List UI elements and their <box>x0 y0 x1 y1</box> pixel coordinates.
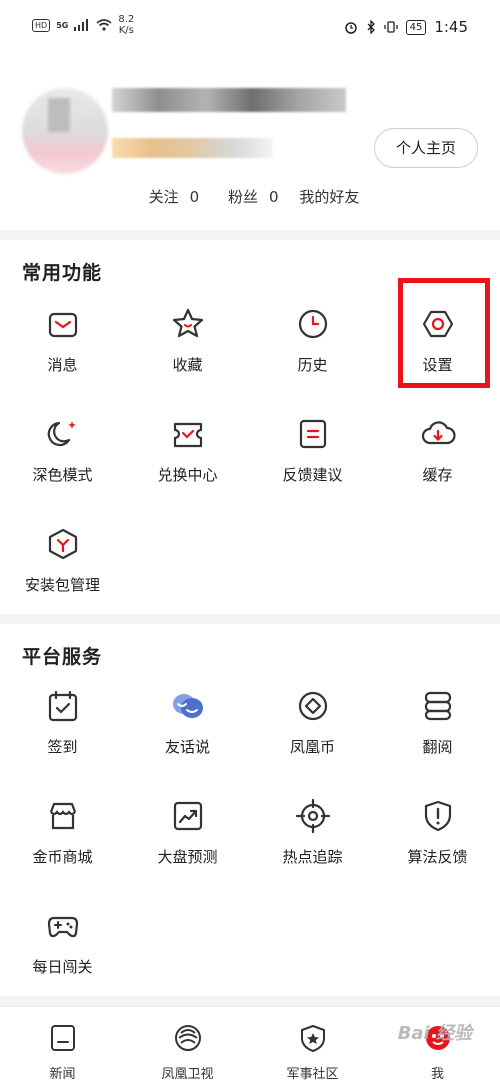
nav-item-label: 我 <box>430 1067 444 1082</box>
section-divider <box>0 614 500 624</box>
grid-item-label: 友话说 <box>164 738 210 756</box>
section-divider <box>0 230 500 240</box>
grid-item-cloud-download[interactable]: 缓存 <box>375 416 500 526</box>
grid-item-target[interactable]: 热点追踪 <box>250 798 375 908</box>
alarm-icon <box>344 22 357 34</box>
settings-highlight-box <box>398 278 490 388</box>
nav-item-label: 凤凰卫视 <box>161 1067 214 1082</box>
grid-item-label: 反馈建议 <box>282 466 343 484</box>
profile-stats: 关注 0 粉丝 0 我的好友 <box>0 186 500 207</box>
nav-item-label: 军事社区 <box>286 1067 339 1082</box>
target-icon <box>295 798 331 834</box>
bottom-navigation: 新闻 凤凰卫视 军事社区 我 Bai 经验 <box>0 1006 500 1084</box>
news-icon <box>48 1023 78 1053</box>
grid-item-label: 翻阅 <box>422 738 453 756</box>
grid-item-label: 金币商城 <box>32 848 93 866</box>
battery-level: 45 <box>405 19 427 35</box>
status-right: 45 1:45 <box>344 18 468 36</box>
signal-bars-icon <box>74 19 89 31</box>
grid-item-message[interactable]: 消息 <box>0 306 125 416</box>
network-speed: 8.2 K/s <box>118 14 135 36</box>
vibrate-icon <box>383 21 398 33</box>
bluetooth-icon <box>367 20 375 34</box>
phoenix-icon <box>173 1023 203 1053</box>
grid-item-trend[interactable]: 大盘预测 <box>125 798 250 908</box>
clock-icon <box>295 306 331 342</box>
friends-link[interactable]: 我的好友 <box>299 188 359 206</box>
package-icon <box>45 526 81 562</box>
user-level-blurred <box>112 138 272 158</box>
book-icon <box>420 688 456 724</box>
grid-item-label: 缓存 <box>422 466 453 484</box>
nav-item-news[interactable]: 新闻 <box>0 1019 125 1082</box>
common-features-title: 常用功能 <box>22 262 103 284</box>
grid-item-store[interactable]: 金币商城 <box>0 798 125 908</box>
grid-item-label: 历史 <box>297 356 328 374</box>
grid-item-label: 深色模式 <box>32 466 93 484</box>
checkin-icon <box>45 688 81 724</box>
gamepad-icon <box>45 908 81 944</box>
grid-item-label: 凤凰币 <box>289 738 335 756</box>
hd-badge: HD <box>32 18 51 32</box>
clock-time: 1:45 <box>434 18 468 36</box>
military-icon <box>298 1023 328 1053</box>
grid-item-label: 安装包管理 <box>24 576 100 594</box>
trend-icon <box>170 798 206 834</box>
platform-services-title: 平台服务 <box>22 646 103 668</box>
grid-item-ticket[interactable]: 兑换中心 <box>125 416 250 526</box>
grid-item-checkin[interactable]: 签到 <box>0 688 125 798</box>
personal-homepage-button[interactable]: 个人主页 <box>374 128 478 168</box>
follow-stat[interactable]: 关注 0 <box>141 188 200 206</box>
nav-item-military[interactable]: 军事社区 <box>250 1019 375 1082</box>
cloud-download-icon <box>420 416 456 452</box>
grid-item-label: 热点追踪 <box>282 848 343 866</box>
coin-icon <box>295 688 331 724</box>
chat-bubbles-icon <box>170 688 206 724</box>
grid-item-book[interactable]: 翻阅 <box>375 688 500 798</box>
status-left: HD 5G 8.2 K/s <box>32 14 134 36</box>
signal-indicator: 5G <box>56 20 69 30</box>
grid-item-feedback[interactable]: 反馈建议 <box>250 416 375 526</box>
grid-item-chat-bubbles[interactable]: 友话说 <box>125 688 250 798</box>
watermark: Bai 经验 <box>397 1023 472 1044</box>
grid-item-star[interactable]: 收藏 <box>125 306 250 416</box>
status-bar: HD 5G 8.2 K/s 45 1:45 <box>0 0 500 58</box>
grid-item-coin[interactable]: 凤凰币 <box>250 688 375 798</box>
fans-stat[interactable]: 粉丝 0 <box>220 188 279 206</box>
feedback-icon <box>295 416 331 452</box>
grid-item-label: 消息 <box>47 356 78 374</box>
grid-item-label: 每日闯关 <box>32 958 93 976</box>
grid-item-label: 签到 <box>47 738 78 756</box>
star-icon <box>170 306 206 342</box>
profile-header: 个人主页 关注 0 粉丝 0 我的好友 <box>0 58 500 230</box>
nav-item-label: 新闻 <box>49 1067 76 1082</box>
grid-item-shield-alert[interactable]: 算法反馈 <box>375 798 500 908</box>
shield-alert-icon <box>420 798 456 834</box>
grid-item-moon[interactable]: 深色模式 <box>0 416 125 526</box>
store-icon <box>45 798 81 834</box>
message-icon <box>45 306 81 342</box>
ticket-icon <box>170 416 206 452</box>
grid-item-label: 大盘预测 <box>157 848 218 866</box>
grid-item-label: 收藏 <box>172 356 203 374</box>
grid-item-label: 算法反馈 <box>407 848 468 866</box>
nav-item-phoenix[interactable]: 凤凰卫视 <box>125 1019 250 1082</box>
avatar[interactable] <box>22 88 108 174</box>
grid-item-clock[interactable]: 历史 <box>250 306 375 416</box>
wifi-icon <box>96 19 112 31</box>
grid-item-label: 兑换中心 <box>157 466 218 484</box>
username-blurred <box>112 88 346 112</box>
section-divider <box>0 996 500 1006</box>
moon-icon <box>45 416 81 452</box>
